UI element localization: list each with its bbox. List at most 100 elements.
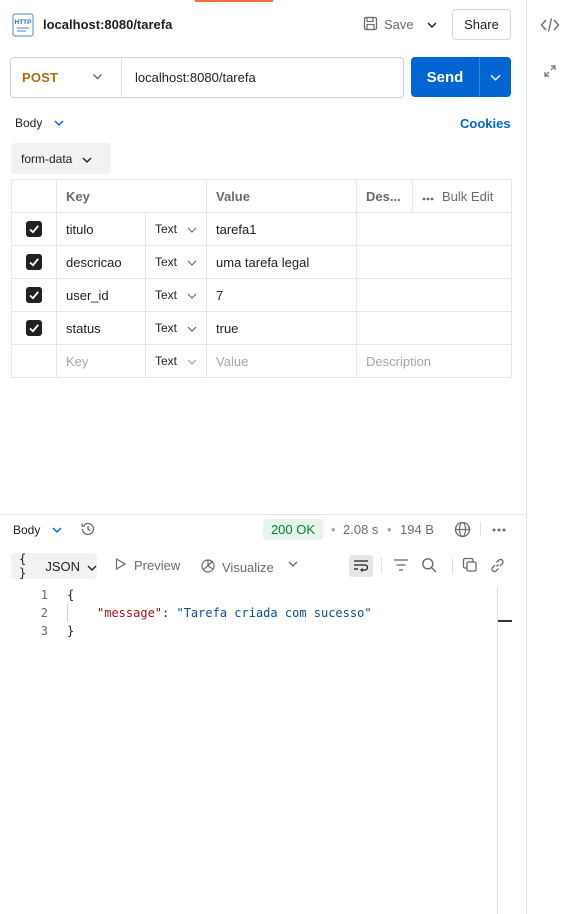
save-label: Save [384, 17, 414, 32]
table-row-placeholder: Key Text Value Description [11, 344, 513, 378]
row-description[interactable] [356, 311, 513, 345]
toolbar-separator [452, 558, 453, 574]
header-description: Des... [356, 179, 414, 213]
active-tab-indicator [195, 0, 273, 2]
visualize-chevron-down-icon[interactable] [287, 558, 299, 573]
response-divider[interactable] [0, 514, 526, 515]
new-value-input[interactable]: Value [206, 344, 358, 378]
send-options-chevron-icon[interactable] [480, 57, 511, 97]
status-badge[interactable]: 200 OK [263, 519, 323, 540]
link-icon[interactable] [489, 557, 506, 577]
row-value[interactable]: true [206, 311, 358, 345]
preview-label: Preview [134, 558, 181, 573]
body-tab-chevron-icon[interactable] [53, 117, 65, 132]
row-value[interactable]: tarefa1 [206, 212, 358, 246]
save-options-chevron-icon[interactable] [420, 9, 444, 40]
scrollbar-marker[interactable] [498, 620, 512, 622]
chevron-down-icon [187, 321, 197, 335]
response-size[interactable]: 194 B [400, 522, 434, 537]
bulk-edit-link[interactable]: Bulk Edit [442, 189, 493, 204]
row-description[interactable] [356, 245, 513, 279]
scrollbar-track[interactable] [497, 586, 498, 914]
line-number: 3 [40, 624, 48, 638]
row-value[interactable]: uma tarefa legal [206, 245, 358, 279]
header-value: Value [206, 179, 358, 213]
send-button[interactable]: Send [411, 57, 479, 97]
request-title[interactable]: localhost:8080/tarefa [43, 17, 172, 32]
chevron-down-icon [187, 288, 197, 302]
row-checkbox-cell [11, 212, 57, 246]
code-line: "message": "Tarefa criada com sucesso" [97, 604, 372, 622]
response-time[interactable]: 2.08 s [343, 522, 378, 537]
method-chevron-down-icon[interactable] [92, 70, 103, 85]
row-key[interactable]: user_id [56, 278, 146, 312]
row-type-label: Text [155, 321, 178, 335]
braces-icon: { } [19, 552, 27, 580]
header-key: Key [55, 179, 208, 213]
row-type-label: Text [155, 222, 178, 236]
row-checkbox[interactable] [26, 254, 42, 271]
filter-icon[interactable] [393, 558, 409, 575]
history-icon[interactable] [80, 521, 96, 540]
row-type-selector[interactable]: Text [144, 212, 207, 246]
row-type-label: Text [155, 288, 178, 302]
preview-tab[interactable]: Preview [115, 557, 181, 573]
save-icon [363, 16, 378, 34]
chevron-down-icon [187, 354, 197, 368]
row-checkbox[interactable] [26, 320, 42, 337]
new-description-input[interactable]: Description [356, 344, 513, 378]
visualize-label: Visualize [222, 560, 274, 575]
body-type-dropdown[interactable]: form-data [11, 143, 111, 174]
collapse-panel-icon[interactable] [543, 64, 557, 81]
new-type-label: Text [155, 354, 178, 368]
table-row: titulo Text tarefa1 [11, 212, 513, 246]
row-checkbox-cell [11, 311, 57, 345]
row-type-selector[interactable]: Text [144, 278, 207, 312]
row-checkbox[interactable] [26, 287, 42, 304]
line-number: 2 [40, 606, 48, 620]
toolbar-separator [381, 558, 382, 574]
code-snippet-icon[interactable] [540, 16, 560, 37]
share-button[interactable]: Share [452, 9, 511, 40]
row-description[interactable] [356, 278, 513, 312]
http-badge-text: HTTP [15, 19, 33, 26]
method-selector[interactable]: POST [22, 70, 58, 85]
body-tab[interactable]: Body [15, 116, 42, 130]
chevron-down-icon [187, 222, 197, 236]
response-body-chevron-icon[interactable] [51, 524, 63, 539]
row-type-selector[interactable]: Text [144, 311, 207, 345]
search-icon[interactable] [421, 557, 437, 576]
row-key[interactable]: titulo [56, 212, 146, 246]
row-key[interactable]: descricao [56, 245, 146, 279]
globe-icon[interactable] [454, 521, 471, 541]
response-code-view[interactable]: 1 { 2 "message": "Tarefa criada com suce… [0, 586, 497, 646]
row-description[interactable] [356, 212, 513, 246]
more-horizontal-icon[interactable] [422, 189, 434, 204]
url-input[interactable]: localhost:8080/tarefa [135, 70, 256, 85]
json-value: "Tarefa criada com sucesso" [176, 606, 372, 620]
row-value[interactable]: 7 [206, 278, 358, 312]
json-key: "message" [97, 606, 163, 620]
copy-icon[interactable] [462, 557, 478, 576]
code-line: { [67, 588, 75, 602]
row-key[interactable]: status [56, 311, 146, 345]
new-key-input[interactable]: Key [56, 344, 146, 378]
row-checkbox-cell [11, 278, 57, 312]
row-type-selector[interactable]: Text [144, 245, 207, 279]
format-label: JSON [45, 558, 80, 574]
indent-guide [67, 604, 68, 622]
cookies-link[interactable]: Cookies [460, 116, 511, 131]
new-type-selector[interactable]: Text [144, 344, 207, 378]
chevron-down-icon [87, 559, 97, 574]
response-body-tab[interactable]: Body [13, 523, 40, 537]
wrap-lines-button[interactable] [349, 555, 373, 577]
play-icon [115, 557, 127, 573]
chevron-down-icon [187, 255, 197, 269]
visualize-tab[interactable]: Visualize [200, 558, 274, 577]
visualize-icon [200, 558, 216, 577]
right-sidebar-divider [526, 0, 527, 914]
format-dropdown[interactable]: { } JSON [11, 552, 97, 580]
row-checkbox[interactable] [26, 221, 42, 238]
table-header-row: Key Value Des... Bulk Edit [11, 179, 513, 213]
more-horizontal-icon[interactable] [491, 522, 507, 541]
